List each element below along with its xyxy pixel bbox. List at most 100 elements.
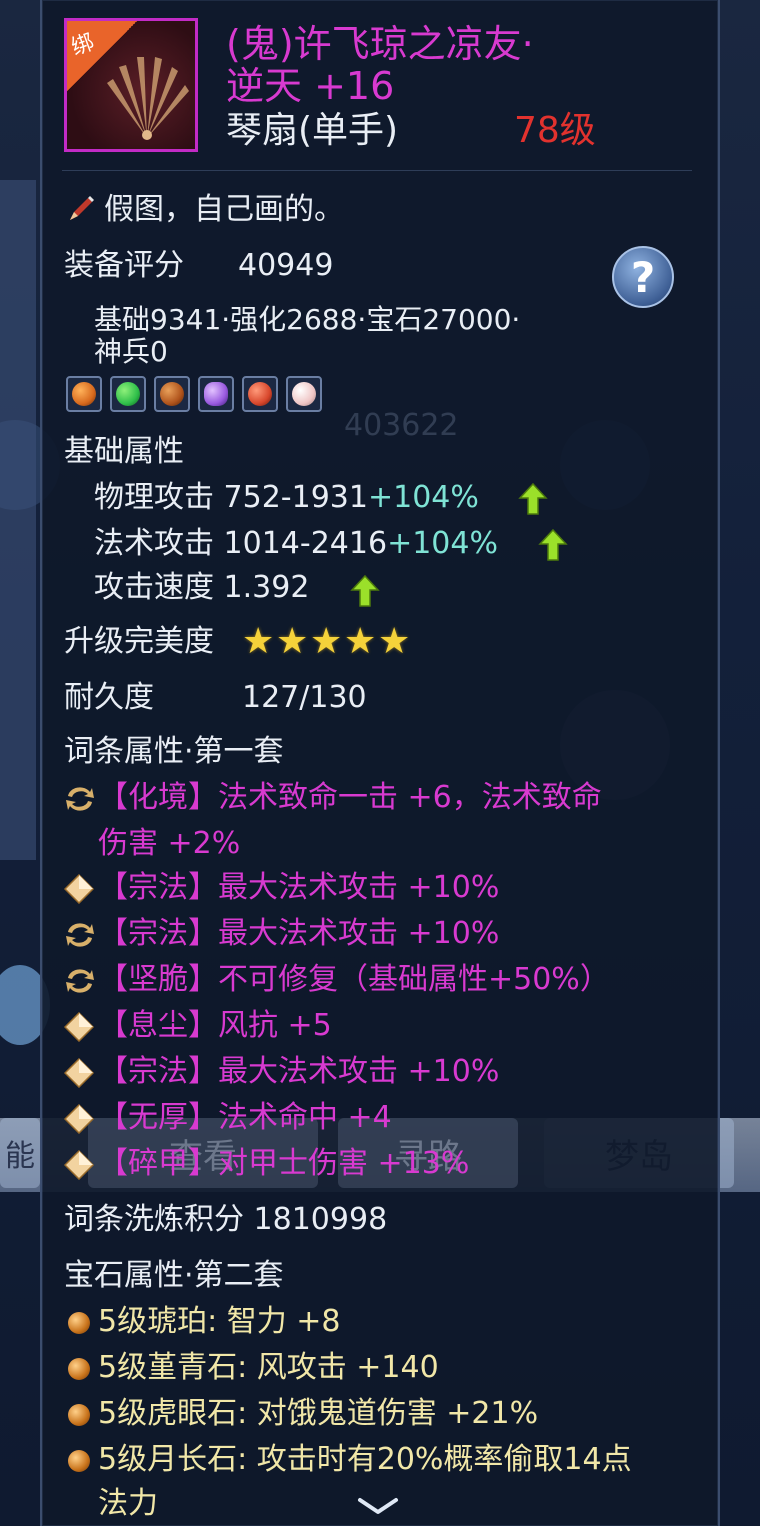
affix-item: 【坚脆】不可修复（基础属性+50%）	[98, 962, 610, 998]
attr-value: 752-1931	[223, 480, 368, 515]
wash-score-label: 词条洗炼积分	[64, 1202, 244, 1237]
attr-bonus: +104%	[367, 480, 479, 515]
star-icon: ★	[378, 621, 411, 662]
diamond-icon	[64, 1012, 94, 1042]
durability-value: 127/130	[242, 680, 367, 715]
diamond-icon	[64, 1150, 94, 1180]
gem-slot	[198, 376, 234, 412]
wash-score: 词条洗炼积分 1810998	[64, 1202, 387, 1238]
chevron-down-icon[interactable]	[356, 1496, 400, 1516]
affix-item: 【碎甲】对甲士伤害 +13%	[98, 1146, 469, 1182]
gem-attr-item: 5级虎眼石: 对饿鬼道伤害 +21%	[98, 1396, 539, 1431]
attr-name: 攻击速度	[94, 570, 214, 605]
header-divider	[62, 170, 692, 171]
background-side-tab	[0, 180, 36, 860]
diamond-icon	[64, 1104, 94, 1134]
arrow-up-icon	[350, 574, 380, 607]
gem-slot	[66, 376, 102, 412]
purple-gem-icon	[204, 382, 228, 406]
background-score-ghost: 403622	[344, 408, 459, 443]
affix-tag: 【化境】	[98, 780, 218, 815]
green-gem-icon	[116, 382, 140, 406]
star-icon: ★	[242, 621, 275, 662]
affix-tag: 【宗法】	[98, 916, 218, 951]
gems-title: 宝石属性·第二套	[64, 1258, 284, 1293]
gem-slot	[242, 376, 278, 412]
star-icon: ★	[344, 621, 377, 662]
item-tooltip-panel: 绑 (鬼)许飞琼之凉友· 逆天 +16 琴扇(单手) 78级 假图，自己画的。 …	[40, 0, 720, 1526]
item-icon: 绑	[64, 18, 198, 152]
help-button[interactable]: ?	[612, 246, 674, 308]
wash-score-value: 1810998	[253, 1202, 388, 1237]
gem-slot	[286, 376, 322, 412]
affix-tag: 【息尘】	[98, 1008, 218, 1043]
diamond-icon	[64, 1058, 94, 1088]
score-breakdown-line2: 神兵0	[94, 335, 168, 368]
affix-text: 风抗 +5	[218, 1008, 332, 1043]
affix-item: 【无厚】法术命中 +4	[98, 1100, 392, 1136]
item-level: 78级	[514, 110, 596, 151]
affix-text: 对甲士伤害 +13%	[218, 1146, 470, 1181]
attr-magic-attack: 法术攻击 1014-2416+104%	[94, 526, 498, 562]
diamond-icon	[64, 874, 94, 904]
star-icon: ★	[310, 621, 343, 662]
base-attrs-title: 基础属性	[64, 434, 184, 469]
affix-title: 词条属性·第一套	[64, 734, 284, 769]
gem-slot	[154, 376, 190, 412]
durability-label: 耐久度	[64, 680, 154, 715]
amber-gem-icon	[72, 382, 96, 406]
affix-text: 最大法术攻击 +10%	[218, 1054, 500, 1089]
attr-name: 法术攻击	[94, 526, 214, 561]
gem-slot	[110, 376, 146, 412]
attr-attack-speed: 攻击速度 1.392	[94, 570, 309, 606]
affix-text: 最大法术攻击 +10%	[218, 870, 500, 905]
gem-orb-icon	[68, 1312, 90, 1334]
gem-attr-item: 5级月长石: 攻击时有20%概率偷取14点	[98, 1442, 632, 1477]
affix-item: 【宗法】最大法术攻击 +10%	[98, 916, 499, 952]
swap-icon	[66, 787, 94, 811]
affix-tag: 【宗法】	[98, 1054, 218, 1089]
affix-tag: 【碎甲】	[98, 1146, 218, 1181]
swap-icon	[66, 969, 94, 993]
moonstone-gem-icon	[292, 382, 316, 406]
gem-attr-item: 5级堇青石: 风攻击 +140	[98, 1350, 439, 1385]
star-icon: ★	[276, 621, 309, 662]
attr-bonus: +104%	[387, 526, 498, 561]
affix-text: 法术命中 +4	[218, 1100, 392, 1135]
pencil-icon	[70, 196, 94, 220]
item-name-line1: (鬼)许飞琼之凉友·	[226, 22, 534, 66]
score-label: 装备评分	[64, 248, 184, 283]
arrow-up-icon	[518, 482, 548, 515]
attr-physical-attack: 物理攻击 752-1931+104%	[94, 480, 479, 516]
swap-icon	[66, 923, 94, 947]
gem-attr-item: 5级琥珀: 智力 +8	[98, 1304, 341, 1339]
affix-item: 【化境】法术致命一击 +6，法术致命	[98, 780, 602, 816]
affix-item-continued: 伤害 +2%	[98, 826, 241, 861]
red-gem-icon	[248, 382, 272, 406]
score-value: 40949	[238, 248, 334, 283]
upgrade-label: 升级完美度	[64, 624, 214, 659]
item-type: 琴扇(单手)	[226, 110, 399, 151]
attr-value: 1014-2416	[223, 526, 388, 561]
affix-item: 【宗法】最大法术攻击 +10%	[98, 1054, 499, 1090]
tiger-eye-gem-icon	[160, 382, 184, 406]
gem-attr-item-continued: 法力	[98, 1486, 158, 1521]
affix-item: 【息尘】风抗 +5	[98, 1008, 332, 1044]
attr-value: 1.392	[223, 570, 310, 605]
gem-orb-icon	[68, 1404, 90, 1426]
item-description: 假图，自己画的。	[104, 192, 344, 227]
affix-text: 不可修复（基础属性+50%）	[218, 962, 610, 997]
affix-tag: 【坚脆】	[98, 962, 218, 997]
gem-orb-icon	[68, 1450, 90, 1472]
attr-name: 物理攻击	[94, 480, 214, 515]
item-name-line2: 逆天 +16	[226, 64, 395, 108]
affix-text: 法术致命一击 +6，法术致命	[218, 780, 602, 815]
gem-orb-icon	[68, 1358, 90, 1380]
affix-tag: 【宗法】	[98, 870, 218, 905]
affix-text: 最大法术攻击 +10%	[218, 916, 500, 951]
affix-item: 【宗法】最大法术攻击 +10%	[98, 870, 499, 906]
affix-tag: 【无厚】	[98, 1100, 218, 1135]
score-breakdown-line1: 基础9341·强化2688·宝石27000·	[94, 303, 521, 336]
arrow-up-icon	[538, 528, 568, 561]
background-left-button: 能	[0, 1118, 40, 1188]
